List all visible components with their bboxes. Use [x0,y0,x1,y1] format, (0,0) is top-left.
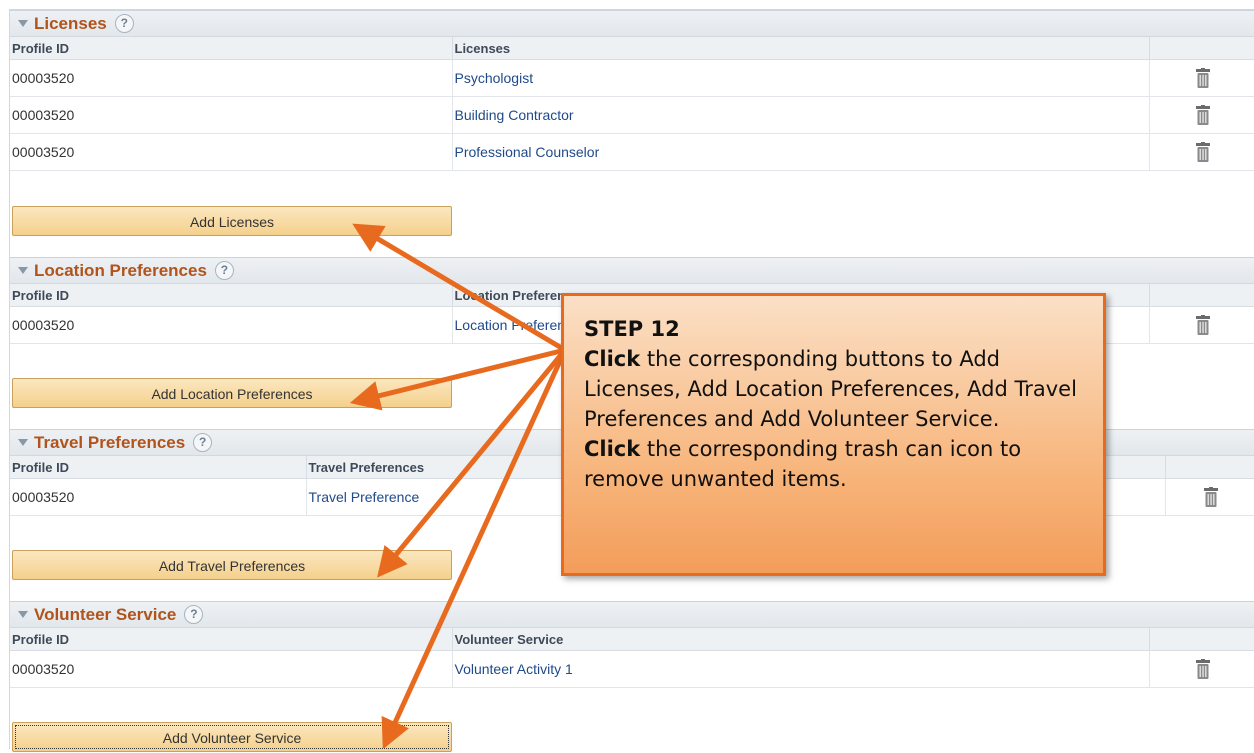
col-delete [1165,456,1254,479]
instruction-callout: STEP 12 Click the corresponding buttons … [561,293,1106,576]
callout-click-label: Click [584,437,641,461]
callout-click-label: Click [584,347,641,371]
profile-id-cell: 00003520 [10,478,307,516]
trash-icon[interactable] [1196,659,1210,679]
table-row: 00003520 Psychologist [10,59,1254,97]
collapse-triangle-icon[interactable] [18,439,28,446]
help-icon[interactable]: ? [193,433,213,452]
licenses-header[interactable]: Licenses ? [10,10,1254,37]
col-profile-id: Profile ID [10,37,453,60]
volunteer-activity-link[interactable]: Volunteer Activity 1 [452,650,1150,688]
help-icon[interactable]: ? [214,261,234,280]
callout-text-trash: the corresponding trash can icon to remo… [584,437,1022,491]
location-preferences-header[interactable]: Location Preferences ? [10,257,1254,284]
add-location-preferences-button[interactable]: Add Location Preferences [12,378,452,408]
delete-cell [1149,59,1254,97]
trash-icon[interactable] [1196,68,1210,88]
trash-icon[interactable] [1204,487,1218,507]
delete-cell [1149,133,1254,171]
callout-line-buttons: Click the corresponding buttons to Add L… [584,344,1089,434]
volunteer-service-section: Volunteer Service ? Profile ID Volunteer… [10,601,1254,752]
table-row: 00003520 Volunteer Activity 1 [10,650,1254,688]
callout-text-buttons: the corresponding buttons to Add License… [584,347,1077,431]
profile-id-cell: 00003520 [10,306,453,344]
volunteer-service-grid: Profile ID Volunteer Service 00003520 Vo… [10,628,1254,688]
trash-icon[interactable] [1196,315,1210,335]
callout-step: STEP 12 [584,317,680,341]
collapse-triangle-icon[interactable] [18,267,28,274]
licenses-grid: Profile ID Licenses 00003520 Psychologis… [10,37,1254,171]
trash-icon[interactable] [1196,105,1210,125]
section-title: Location Preferences [34,260,207,280]
callout-line-trash: Click the corresponding trash can icon t… [584,434,1089,494]
col-volunteer-service: Volunteer Service [452,628,1150,651]
section-title: Travel Preferences [34,432,186,452]
profile-id-cell: 00003520 [10,650,453,688]
add-licenses-button[interactable]: Add Licenses [12,206,452,236]
add-travel-preferences-button[interactable]: Add Travel Preferences [12,550,452,580]
volunteer-service-header[interactable]: Volunteer Service ? [10,601,1254,628]
col-profile-id: Profile ID [10,456,307,479]
delete-cell [1149,96,1254,134]
profile-id-cell: 00003520 [10,133,453,171]
grid-header-row: Profile ID Licenses [10,37,1254,60]
licenses-section: Licenses ? Profile ID Licenses 00003520 … [10,10,1254,236]
help-icon[interactable]: ? [184,605,204,624]
col-delete [1149,628,1254,651]
collapse-triangle-icon[interactable] [18,611,28,618]
section-title: Licenses [34,13,107,33]
license-link[interactable]: Building Contractor [452,96,1150,134]
profile-id-cell: 00003520 [10,96,453,134]
license-link[interactable]: Professional Counselor [452,133,1150,171]
col-delete [1149,37,1254,60]
profile-id-cell: 00003520 [10,59,453,97]
delete-cell [1149,306,1254,344]
col-profile-id: Profile ID [10,628,453,651]
table-row: 00003520 Professional Counselor [10,133,1254,171]
delete-cell [1165,478,1254,516]
trash-icon[interactable] [1196,142,1210,162]
help-icon[interactable]: ? [114,14,134,33]
col-profile-id: Profile ID [10,284,453,307]
col-delete [1149,284,1254,307]
collapse-triangle-icon[interactable] [18,20,28,27]
col-licenses: Licenses [452,37,1150,60]
section-title: Volunteer Service [34,604,177,624]
table-row: 00003520 Building Contractor [10,96,1254,134]
grid-header-row: Profile ID Volunteer Service [10,628,1254,651]
license-link[interactable]: Psychologist [452,59,1150,97]
delete-cell [1149,650,1254,688]
